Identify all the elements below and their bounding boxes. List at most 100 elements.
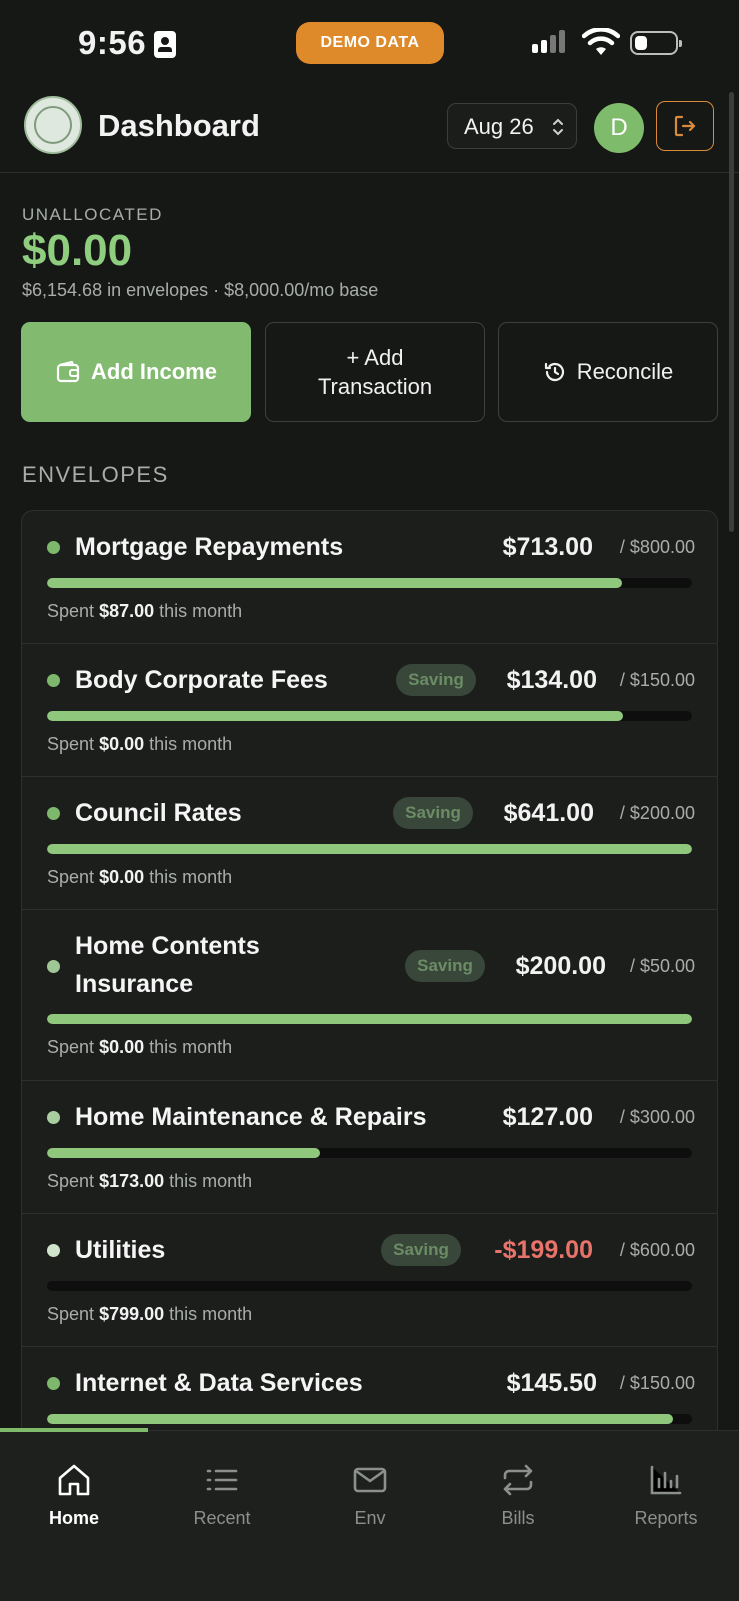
envelope-icon — [353, 1467, 387, 1493]
action-buttons: Add Income + Add Transaction Reconcile — [21, 322, 718, 422]
envelope-progress-bar — [47, 1414, 692, 1424]
status-dot — [47, 1244, 60, 1257]
envelope-progress-bar — [47, 578, 692, 588]
logout-icon — [674, 115, 696, 137]
wallet-icon — [56, 360, 80, 383]
unallocated-amount: $0.00 — [22, 226, 133, 275]
list-icon — [206, 1469, 238, 1491]
bar-chart-icon — [650, 1465, 682, 1495]
chevron-up-down-icon — [553, 118, 563, 136]
reconcile-button[interactable]: Reconcile — [498, 322, 718, 422]
active-tab-indicator — [0, 1428, 148, 1432]
envelope-budget: / $200.00 — [619, 803, 695, 823]
status-bar: 9:56 DEMO DATA — [0, 0, 739, 88]
envelope-balance: $713.00 — [502, 533, 593, 561]
envelope-balance: $641.00 — [503, 799, 594, 827]
tab-env[interactable]: Env — [296, 1463, 444, 1529]
envelope-progress-bar — [47, 1014, 692, 1024]
envelope-name: Utilities — [75, 1236, 166, 1264]
saving-badge: Saving — [396, 664, 476, 696]
envelope-progress-fill — [47, 578, 622, 588]
add-income-button[interactable]: Add Income — [21, 322, 251, 422]
envelope-balance: -$199.00 — [494, 1236, 593, 1264]
battery-icon — [630, 31, 682, 55]
status-dot — [47, 1377, 60, 1390]
add-transaction-button[interactable]: + Add Transaction — [265, 322, 485, 422]
envelope-balance: $127.00 — [502, 1103, 593, 1131]
unallocated-subtitle: $6,154.68 in envelopes · $8,000.00/mo ba… — [22, 280, 379, 300]
envelopes-heading: ENVELOPES — [22, 462, 169, 487]
tab-recent[interactable]: Recent — [148, 1463, 296, 1529]
envelope-budget: / $50.00 — [629, 956, 695, 976]
envelope-spent: Spent $87.00 this month — [47, 601, 243, 621]
status-dot — [47, 960, 60, 973]
envelope-budget: / $300.00 — [619, 1107, 695, 1127]
bottom-tab-bar: Home Recent Env Bills Reports — [0, 1428, 739, 1601]
envelope-row[interactable]: Home Contents Insurance Saving $200.00 /… — [22, 910, 717, 1081]
tab-home-label: Home — [48, 1508, 99, 1528]
envelope-progress-bar — [47, 1281, 692, 1291]
cellular-signal-icon — [532, 30, 572, 58]
envelope-name: Internet & Data Services — [75, 1369, 363, 1397]
add-income-label: Add Income — [91, 359, 217, 384]
envelope-progress-fill — [47, 1414, 673, 1424]
status-time: 9:56 — [78, 24, 147, 61]
envelope-balance: $134.00 — [506, 666, 597, 694]
tab-recent-label: Recent — [193, 1508, 251, 1528]
envelope-list: Mortgage Repayments $713.00 / $800.00 Sp… — [21, 510, 718, 1430]
envelope-spent: Spent $0.00 this month — [47, 734, 233, 754]
logout-button[interactable] — [656, 101, 714, 151]
envelope-row[interactable]: Internet & Data Services $145.50 / $150.… — [22, 1347, 717, 1430]
status-dot — [47, 674, 60, 687]
tab-bills-label: Bills — [501, 1508, 535, 1528]
saving-badge: Saving — [393, 797, 473, 829]
envelope-name: Home Maintenance & Repairs — [75, 1103, 427, 1131]
envelope-row[interactable]: Mortgage Repayments $713.00 / $800.00 Sp… — [22, 511, 717, 644]
saving-badge: Saving — [405, 950, 485, 982]
envelope-name: Home Contents Insurance — [75, 932, 260, 998]
demo-data-badge: DEMO DATA — [296, 22, 444, 64]
app-logo — [24, 96, 82, 154]
envelope-budget: / $600.00 — [619, 1240, 695, 1260]
envelope-spent: Spent $799.00 this month — [47, 1304, 253, 1324]
status-dot — [47, 541, 60, 554]
envelope-row[interactable]: Utilities Saving -$199.00 / $600.00 Spen… — [22, 1214, 717, 1347]
tab-bills[interactable]: Bills — [444, 1463, 592, 1529]
envelope-name: Body Corporate Fees — [75, 666, 328, 694]
wifi-icon — [582, 28, 620, 55]
envelope-spent: Spent $0.00 this month — [47, 867, 233, 887]
home-icon — [58, 1464, 90, 1496]
unallocated-label: UNALLOCATED — [22, 205, 163, 224]
saving-badge: Saving — [381, 1234, 461, 1266]
envelope-progress-fill — [47, 1014, 692, 1024]
envelope-row[interactable]: Body Corporate Fees Saving $134.00 / $15… — [22, 644, 717, 777]
repeat-icon — [503, 1464, 533, 1496]
add-transaction-label: + Add Transaction — [317, 345, 433, 399]
envelope-budget: / $150.00 — [619, 1373, 695, 1393]
tab-home[interactable]: Home — [0, 1463, 148, 1529]
envelope-balance: $200.00 — [515, 952, 606, 980]
envelope-progress-bar — [47, 711, 692, 721]
history-icon — [544, 362, 564, 382]
month-selector[interactable]: Aug 26 — [447, 103, 577, 149]
envelope-progress-fill — [47, 711, 623, 721]
envelope-budget: / $150.00 — [619, 670, 695, 690]
tab-reports[interactable]: Reports — [592, 1463, 739, 1529]
envelope-name: Mortgage Repayments — [75, 533, 344, 561]
user-avatar[interactable]: D — [594, 103, 644, 153]
envelope-balance: $145.50 — [506, 1369, 597, 1397]
envelope-progress-fill — [47, 1148, 320, 1158]
status-dot — [47, 807, 60, 820]
contact-card-icon — [154, 31, 176, 58]
scrollbar[interactable] — [729, 92, 734, 532]
envelope-name: Council Rates — [75, 799, 242, 827]
envelope-spent: Spent $0.00 this month — [47, 1037, 233, 1057]
envelope-row[interactable]: Home Maintenance & Repairs $127.00 / $30… — [22, 1081, 717, 1214]
app-header: Dashboard Aug 26 D — [0, 88, 739, 173]
envelope-progress-bar — [47, 844, 692, 854]
page-title: Dashboard — [98, 108, 260, 143]
envelope-spent: Spent $173.00 this month — [47, 1171, 253, 1191]
envelope-row[interactable]: Council Rates Saving $641.00 / $200.00 S… — [22, 777, 717, 910]
month-selector-value: Aug 26 — [464, 114, 534, 139]
envelope-progress-fill — [47, 844, 692, 854]
